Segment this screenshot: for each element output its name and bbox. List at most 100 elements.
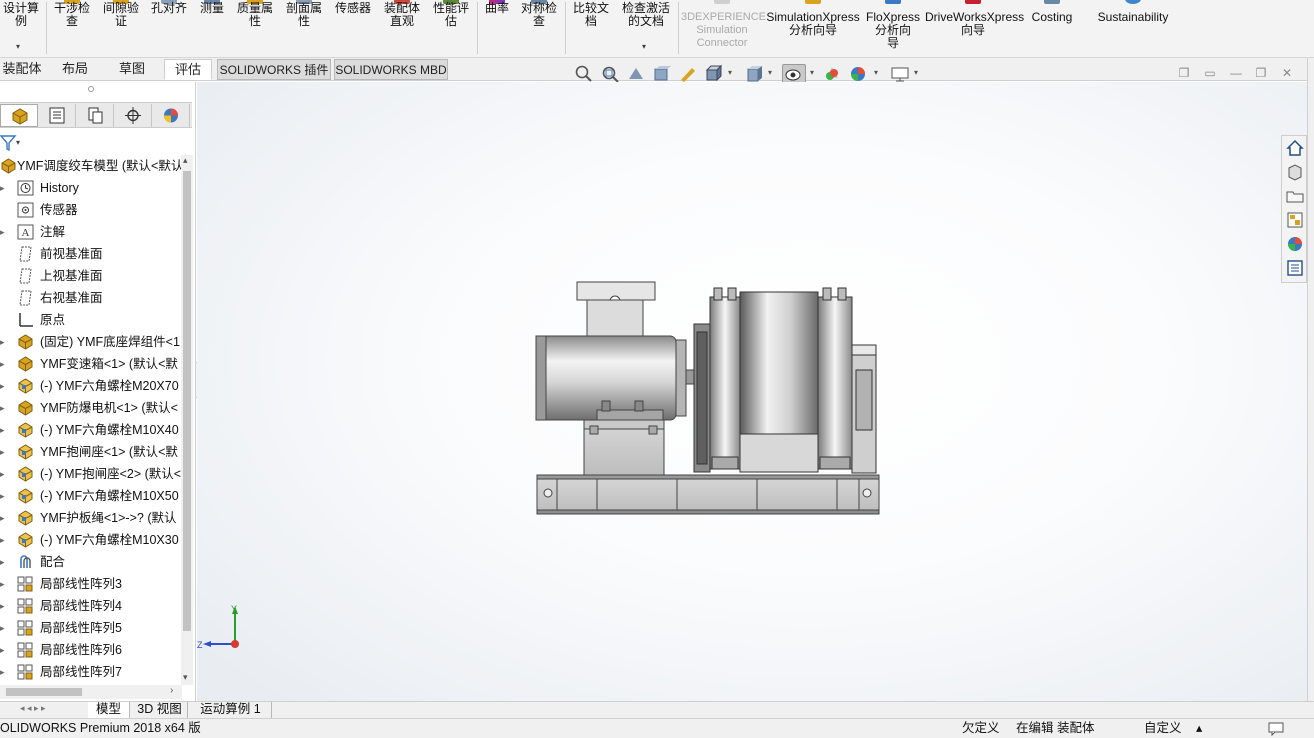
3dexperience-simulation-connector-button[interactable]: 3DEXPERIENCE Simulation Connector bbox=[681, 0, 766, 57]
units-caret-icon[interactable]: ▴ bbox=[1196, 719, 1202, 738]
section-properties-button[interactable]: 剖面属 性 bbox=[281, 0, 327, 57]
dynamic-annotation-icon[interactable] bbox=[678, 64, 698, 84]
expand-arrow-icon[interactable]: ▸ bbox=[0, 375, 8, 397]
expand-arrow-icon[interactable]: ▸ bbox=[0, 529, 8, 551]
tree-item[interactable]: 上视基准面 bbox=[0, 265, 182, 287]
restore-button[interactable]: ❐ bbox=[1254, 66, 1268, 80]
view-settings-icon[interactable] bbox=[890, 64, 910, 84]
tree-item[interactable]: ▸ (-) YMF六角螺栓M10X50 bbox=[0, 485, 182, 507]
featuremanager-tab-icon[interactable] bbox=[0, 104, 38, 127]
tree-item[interactable]: 原点 bbox=[0, 309, 182, 331]
chevron-down-icon[interactable]: ▾ bbox=[874, 68, 878, 77]
panel-grip-icon[interactable] bbox=[88, 86, 94, 92]
chevron-down-icon[interactable]: ▾ bbox=[642, 40, 646, 53]
expand-arrow-icon[interactable]: ▸ bbox=[0, 661, 8, 683]
tree-item[interactable]: ▸ YMF抱闸座<1> (默认<默 bbox=[0, 441, 182, 463]
interference-check-button[interactable]: 干涉检 查 bbox=[50, 0, 94, 57]
tab-model[interactable]: 模型 bbox=[88, 702, 130, 718]
tree-item[interactable]: ▸ History bbox=[0, 177, 182, 199]
expand-arrow-icon[interactable]: ▸ bbox=[0, 331, 8, 353]
performance-evaluation-button[interactable]: 性能评 估 bbox=[428, 0, 474, 57]
expand-arrow-icon[interactable]: ▸ bbox=[0, 573, 8, 595]
symmetry-check-button[interactable]: 对称检 查 bbox=[516, 0, 562, 57]
sustainability-button[interactable]: Sustainability bbox=[1090, 0, 1176, 57]
tree-item[interactable]: ▸ (-) YMF六角螺栓M20X70 bbox=[0, 375, 182, 397]
costing-button[interactable]: Costing bbox=[1026, 0, 1078, 57]
winch-assembly-model[interactable]: Y Z bbox=[197, 82, 1307, 701]
scrollbar-thumb[interactable] bbox=[183, 171, 191, 631]
tree-item[interactable]: 传感器 bbox=[0, 199, 182, 221]
measure-button[interactable]: 测量 bbox=[194, 0, 230, 57]
scroll-down-icon[interactable]: ▾ bbox=[183, 672, 188, 683]
chevron-down-icon[interactable]: ▾ bbox=[16, 40, 20, 53]
appearances-scenes-icon[interactable] bbox=[1285, 234, 1305, 254]
units-system-text[interactable]: 自定义 bbox=[1144, 719, 1182, 738]
message-icon[interactable] bbox=[1268, 722, 1284, 736]
compare-documents-button[interactable]: 比较文 档 bbox=[568, 0, 614, 57]
zoom-to-fit-icon[interactable] bbox=[574, 64, 594, 84]
clearance-verification-button[interactable]: 间隙验 证 bbox=[98, 0, 144, 57]
displaymanager-tab-icon[interactable] bbox=[152, 104, 190, 127]
hole-alignment-button[interactable]: 孔对齐 bbox=[147, 0, 191, 57]
scroll-up-icon[interactable]: ▴ bbox=[183, 155, 188, 166]
tab-evaluate[interactable]: 评估 bbox=[164, 59, 212, 80]
simulationxpress-button[interactable]: SimulationXpress 分析向导 bbox=[766, 0, 860, 57]
view-palette-icon[interactable] bbox=[1285, 210, 1305, 230]
zoom-to-area-icon[interactable] bbox=[600, 64, 620, 84]
expand-arrow-icon[interactable]: ▸ bbox=[0, 441, 8, 463]
tile-window-icon[interactable]: ▭ bbox=[1203, 66, 1217, 80]
close-button[interactable]: ✕ bbox=[1280, 66, 1294, 80]
display-style-icon[interactable] bbox=[744, 64, 764, 84]
section-view-icon[interactable] bbox=[652, 64, 672, 84]
tab-motion-study-1[interactable]: 运动算例 1 bbox=[190, 702, 272, 718]
tab-layout[interactable]: 布局 bbox=[52, 59, 98, 80]
tab-scroll-icons[interactable]: ◂ ◂ ▸ ▸ bbox=[20, 703, 46, 714]
minimize-button[interactable]: — bbox=[1229, 66, 1243, 80]
tab-3d-view[interactable]: 3D 视图 bbox=[132, 702, 188, 718]
tab-assembly[interactable]: 装配体 bbox=[0, 59, 44, 80]
mass-properties-button[interactable]: 质量属 性 bbox=[232, 0, 278, 57]
design-study-button[interactable]: 设计算 例 ▾ bbox=[0, 0, 42, 57]
expand-arrow-icon[interactable]: ▸ bbox=[0, 485, 8, 507]
curvature-button[interactable]: 曲率 bbox=[480, 0, 514, 57]
sensor-button[interactable]: 传感器 bbox=[330, 0, 376, 57]
previous-view-icon[interactable] bbox=[626, 64, 646, 84]
dimxpertmanager-tab-icon[interactable] bbox=[114, 104, 152, 127]
check-active-document-button[interactable]: 检查激活 的文档 ▾ bbox=[617, 0, 675, 57]
tree-item[interactable]: ▸ (固定) YMF底座焊组件<1 bbox=[0, 331, 182, 353]
design-library-icon[interactable] bbox=[1285, 162, 1305, 182]
tree-item[interactable]: ▸ YMF变速箱<1> (默认<默 bbox=[0, 353, 182, 375]
expand-arrow-icon[interactable]: ▸ bbox=[0, 397, 8, 419]
tree-vertical-scrollbar[interactable]: ▴ ▾ bbox=[181, 155, 193, 685]
expand-arrow-icon[interactable]: ▸ bbox=[0, 221, 8, 243]
chevron-down-icon[interactable]: ▾ bbox=[810, 68, 814, 77]
tree-item[interactable]: ▸ 配合 bbox=[0, 551, 182, 573]
floxpress-button[interactable]: FloXpress 分析向 导 bbox=[863, 0, 923, 57]
tree-item[interactable]: ▸ YMF护板绳<1>->? (默认 bbox=[0, 507, 182, 529]
chevron-down-icon[interactable]: ▾ bbox=[16, 138, 20, 147]
expand-arrow-icon[interactable]: ▸ bbox=[0, 617, 8, 639]
scrollbar-thumb[interactable] bbox=[6, 688, 82, 696]
tree-item[interactable]: ▸ (-) YMF六角螺栓M10X40 bbox=[0, 419, 182, 441]
expand-arrow-icon[interactable]: ▸ bbox=[0, 177, 8, 199]
tree-item[interactable]: ▸ (-) YMF六角螺栓M10X30 bbox=[0, 529, 182, 551]
tree-item[interactable]: ▸ YMF防爆电机<1> (默认< bbox=[0, 397, 182, 419]
tree-item[interactable]: ▸ A 注解 bbox=[0, 221, 182, 243]
expand-arrow-icon[interactable]: ▸ bbox=[0, 353, 8, 375]
tree-item[interactable]: ▸ 局部线性阵列4 bbox=[0, 595, 182, 617]
custom-properties-icon[interactable] bbox=[1285, 258, 1305, 278]
tile-window-icon[interactable]: ❐ bbox=[1177, 66, 1191, 80]
expand-arrow-icon[interactable]: ▸ bbox=[0, 419, 8, 441]
apply-scene-icon[interactable] bbox=[848, 64, 868, 84]
home-icon[interactable] bbox=[1285, 138, 1305, 158]
view-orientation-icon[interactable] bbox=[704, 64, 724, 84]
tree-item[interactable]: ▸ 局部线性阵列6 bbox=[0, 639, 182, 661]
configurationmanager-tab-icon[interactable] bbox=[76, 104, 114, 127]
tree-item[interactable]: 前视基准面 bbox=[0, 243, 182, 265]
assembly-visualization-button[interactable]: 装配体 直观 bbox=[379, 0, 425, 57]
expand-arrow-icon[interactable]: ▸ bbox=[0, 595, 8, 617]
tree-root-assembly[interactable]: YMF调度绞车模型 (默认<默认 bbox=[0, 155, 182, 177]
file-explorer-icon[interactable] bbox=[1285, 186, 1305, 206]
scroll-right-icon[interactable]: › bbox=[170, 685, 173, 696]
chevron-down-icon[interactable]: ▾ bbox=[768, 68, 772, 77]
